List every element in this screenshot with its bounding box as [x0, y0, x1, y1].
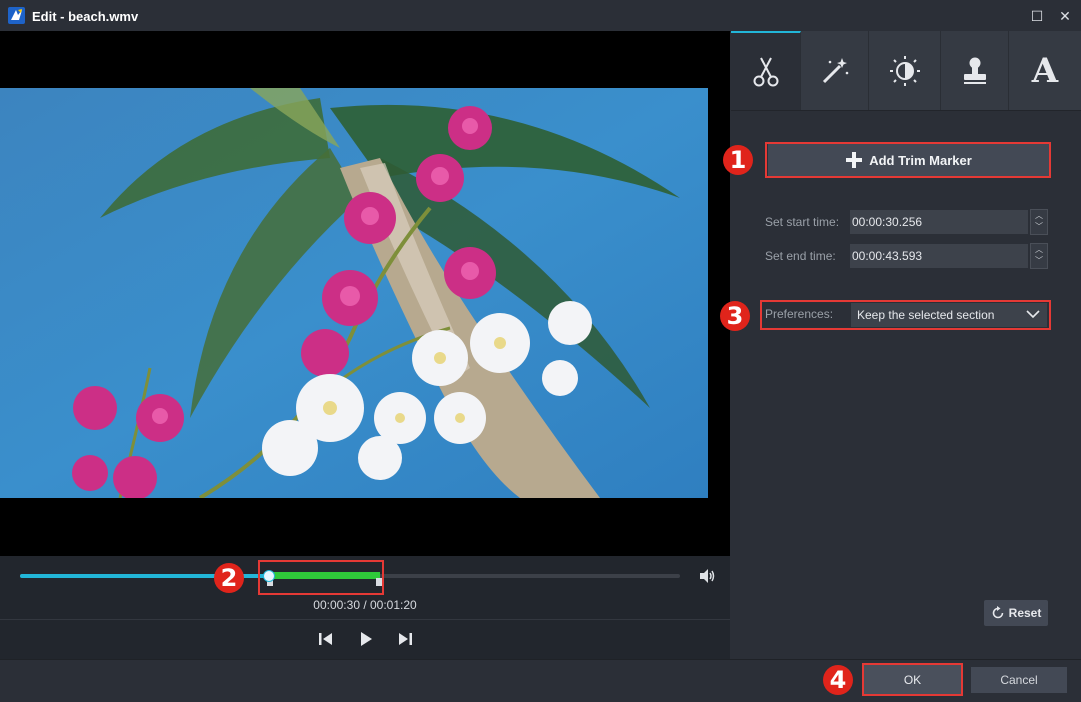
- annotation-badge-4: 4: [823, 665, 853, 695]
- tab-adjust[interactable]: [869, 31, 941, 110]
- highlight-box-2: [258, 560, 384, 595]
- next-frame-icon[interactable]: [396, 630, 414, 648]
- video-frame-image: [0, 88, 708, 498]
- tab-watermark[interactable]: [941, 31, 1009, 110]
- chevron-up-icon[interactable]: ︿: [1031, 210, 1047, 221]
- edit-tabs: A: [731, 31, 1081, 111]
- highlight-box-3: [760, 300, 1051, 330]
- text-icon: A: [1031, 50, 1059, 91]
- maximize-button[interactable]: ☐: [1027, 6, 1047, 26]
- highlight-box-1: [765, 142, 1051, 178]
- cancel-button[interactable]: Cancel: [971, 667, 1067, 693]
- previous-frame-icon[interactable]: [317, 630, 335, 648]
- tab-trim[interactable]: [731, 31, 801, 110]
- video-frame: [0, 88, 708, 498]
- play-icon[interactable]: [357, 630, 375, 648]
- start-time-input[interactable]: 00:00:30.256: [850, 210, 1028, 234]
- stamp-icon: [963, 57, 986, 84]
- brightness-icon: [889, 55, 920, 86]
- highlight-box-4: [862, 663, 963, 696]
- annotation-badge-3: 3: [720, 301, 750, 331]
- end-time-stepper[interactable]: ︿ ﹀: [1030, 243, 1048, 269]
- annotation-badge-2: 2: [214, 563, 244, 593]
- title-bar: Edit - beach.wmv ☐ ✕: [0, 0, 1081, 32]
- window-title: Edit - beach.wmv: [32, 9, 139, 24]
- chevron-up-icon[interactable]: ︿: [1031, 244, 1047, 255]
- timecode-display: 00:00:30 / 00:01:20: [313, 598, 417, 612]
- annotation-badge-1: 1: [723, 145, 753, 175]
- tab-effects[interactable]: [801, 31, 869, 110]
- magic-wand-icon: [822, 57, 848, 83]
- tab-text[interactable]: A: [1009, 31, 1081, 110]
- volume-icon[interactable]: [698, 568, 716, 584]
- start-time-label: Set start time:: [765, 215, 840, 229]
- chevron-down-icon[interactable]: ﹀: [1031, 221, 1047, 232]
- reset-label: Reset: [1008, 606, 1042, 620]
- reset-button[interactable]: Reset: [984, 600, 1048, 626]
- end-time-label: Set end time:: [765, 249, 836, 263]
- end-time-input[interactable]: 00:00:43.593: [850, 244, 1028, 268]
- start-time-stepper[interactable]: ︿ ﹀: [1030, 209, 1048, 235]
- chevron-down-icon[interactable]: ﹀: [1031, 255, 1047, 266]
- reset-icon: [992, 606, 1003, 619]
- video-preview: [0, 31, 730, 556]
- edit-panel: [731, 31, 1081, 659]
- close-button[interactable]: ✕: [1055, 6, 1075, 26]
- scissors-icon: [753, 57, 778, 86]
- app-logo-icon: [8, 7, 25, 24]
